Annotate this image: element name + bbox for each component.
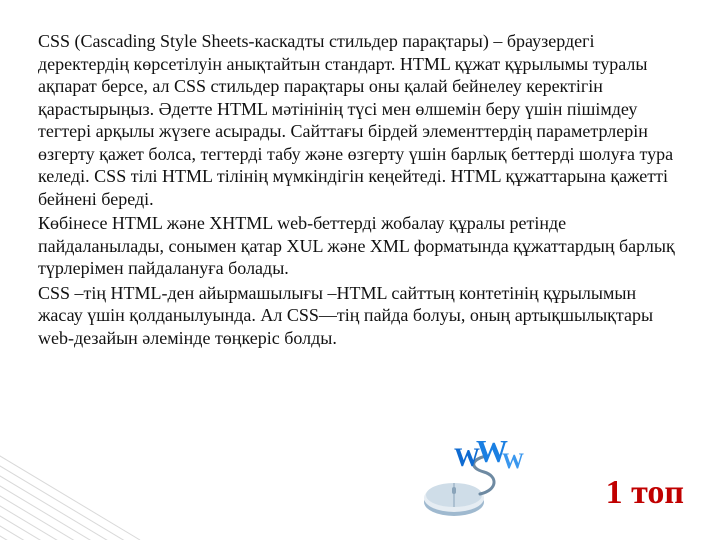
slide-text-block: CSS (Cascading Style Sheets-каскадты сти… <box>38 30 678 351</box>
svg-text:W: W <box>502 448 524 473</box>
paragraph-3: CSS –тің HTML-ден айырмашылығы –HTML сай… <box>38 282 678 350</box>
corner-decoration-icon <box>0 450 180 540</box>
group-label: 1 топ <box>606 474 684 512</box>
paragraph-1: CSS (Cascading Style Sheets-каскадты сти… <box>38 30 678 210</box>
www-mouse-icon: W W W <box>406 432 536 522</box>
paragraph-2: Көбінесе HTML және XHTML web-беттерді жо… <box>38 212 678 280</box>
